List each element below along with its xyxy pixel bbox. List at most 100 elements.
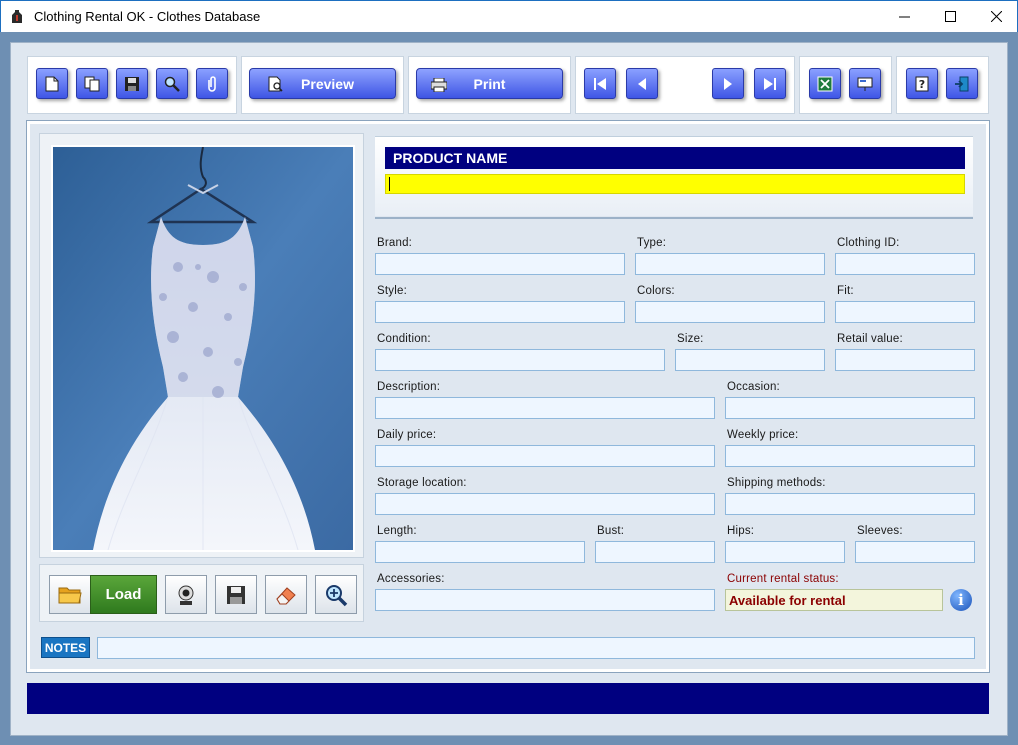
webcam-button[interactable]: [165, 575, 207, 614]
sleeves-label: Sleeves:: [857, 525, 903, 537]
open-folder-button[interactable]: [49, 575, 91, 614]
shipping-methods-label: Shipping methods:: [727, 477, 826, 489]
daily-price-field[interactable]: [375, 445, 715, 467]
new-record-icon: [45, 76, 59, 91]
size-label: Size:: [677, 333, 704, 345]
storage-location-field[interactable]: [375, 493, 715, 515]
app-icon: [12, 10, 22, 23]
description-field[interactable]: [375, 397, 715, 419]
copy-record-icon: [84, 76, 100, 91]
hips-field[interactable]: [725, 541, 845, 563]
excel-export-button[interactable]: [809, 68, 841, 99]
attach-icon: [208, 75, 216, 92]
preview-button[interactable]: Preview: [249, 68, 396, 99]
search-icon: [164, 76, 180, 92]
excel-export-icon: [817, 76, 833, 91]
status-bar: [27, 683, 989, 714]
style-label: Style:: [377, 285, 407, 297]
condition-field[interactable]: [375, 349, 665, 371]
brand-field[interactable]: [375, 253, 625, 275]
presentation-icon: [857, 77, 873, 91]
exit-button[interactable]: [946, 68, 978, 99]
previous-record-icon: [638, 77, 646, 90]
retail-value-field[interactable]: [835, 349, 975, 371]
bust-label: Bust:: [597, 525, 625, 537]
section-divider: [375, 217, 973, 219]
help-button[interactable]: ?: [906, 68, 938, 99]
retail-value-label: Retail value:: [837, 333, 903, 345]
previous-record-button[interactable]: [626, 68, 658, 99]
colors-field[interactable]: [635, 301, 825, 323]
notes-tag: NOTES: [41, 637, 90, 658]
hips-label: Hips:: [727, 525, 755, 537]
length-field[interactable]: [375, 541, 585, 563]
weekly-price-field[interactable]: [725, 445, 975, 467]
maximize-icon: [944, 11, 956, 22]
clothing-id-label: Clothing ID:: [837, 237, 900, 249]
length-label: Length:: [377, 525, 417, 537]
minimize-icon: [898, 16, 910, 18]
load-image-button[interactable]: Load: [90, 575, 157, 614]
load-label: Load: [105, 586, 142, 603]
style-field[interactable]: [375, 301, 625, 323]
save-image-icon: [227, 585, 245, 604]
print-label: Print: [473, 75, 506, 92]
svg-text:?: ?: [919, 78, 925, 91]
type-field[interactable]: [635, 253, 825, 275]
title-bar: Clothing Rental OK - Clothes Database: [0, 0, 1018, 32]
size-field[interactable]: [675, 349, 825, 371]
info-icon[interactable]: i: [950, 589, 972, 611]
maximize-button[interactable]: [927, 1, 973, 32]
zoom-image-button[interactable]: [315, 575, 357, 614]
webcam-icon: [178, 585, 194, 605]
notes-field[interactable]: [97, 637, 975, 659]
preview-icon: [268, 76, 283, 92]
dress-image: [53, 147, 353, 550]
eraser-icon: [276, 586, 296, 604]
weekly-price-label: Weekly price:: [727, 429, 799, 441]
first-record-icon: [594, 77, 606, 90]
colors-label: Colors:: [637, 285, 675, 297]
minimize-button[interactable]: [881, 1, 927, 32]
next-record-icon: [724, 77, 732, 90]
print-button[interactable]: Print: [416, 68, 563, 99]
occasion-field[interactable]: [725, 397, 975, 419]
rental-status-label: Current rental status:: [727, 573, 839, 585]
printer-icon: [431, 78, 447, 92]
close-button[interactable]: [973, 1, 1018, 32]
next-record-button[interactable]: [712, 68, 744, 99]
erase-image-button[interactable]: [265, 575, 307, 614]
fit-field[interactable]: [835, 301, 975, 323]
storage-location-label: Storage location:: [377, 477, 467, 489]
preview-label: Preview: [301, 75, 354, 92]
search-button[interactable]: [156, 68, 188, 99]
shipping-methods-field[interactable]: [725, 493, 975, 515]
rental-status-field[interactable]: Available for rental: [725, 589, 943, 611]
accessories-field[interactable]: [375, 589, 715, 611]
copy-record-button[interactable]: [76, 68, 108, 99]
fit-label: Fit:: [837, 285, 854, 297]
product-name-input[interactable]: [385, 174, 965, 194]
save-image-button[interactable]: [215, 575, 257, 614]
bust-field[interactable]: [595, 541, 715, 563]
brand-label: Brand:: [377, 237, 413, 249]
presentation-button[interactable]: [849, 68, 881, 99]
attach-button[interactable]: [196, 68, 228, 99]
save-record-button[interactable]: [116, 68, 148, 99]
first-record-button[interactable]: [584, 68, 616, 99]
new-record-button[interactable]: [36, 68, 68, 99]
text-caret: [389, 177, 390, 191]
clothing-id-field[interactable]: [835, 253, 975, 275]
close-icon: [990, 11, 1002, 22]
open-folder-icon: [58, 587, 82, 603]
product-photo[interactable]: [51, 145, 355, 552]
accessories-label: Accessories:: [377, 573, 445, 585]
daily-price-label: Daily price:: [377, 429, 437, 441]
occasion-label: Occasion:: [727, 381, 780, 393]
sleeves-field[interactable]: [855, 541, 975, 563]
window-title: Clothing Rental OK - Clothes Database: [34, 9, 261, 24]
last-record-button[interactable]: [754, 68, 786, 99]
condition-label: Condition:: [377, 333, 431, 345]
description-label: Description:: [377, 381, 441, 393]
save-icon: [125, 76, 139, 91]
